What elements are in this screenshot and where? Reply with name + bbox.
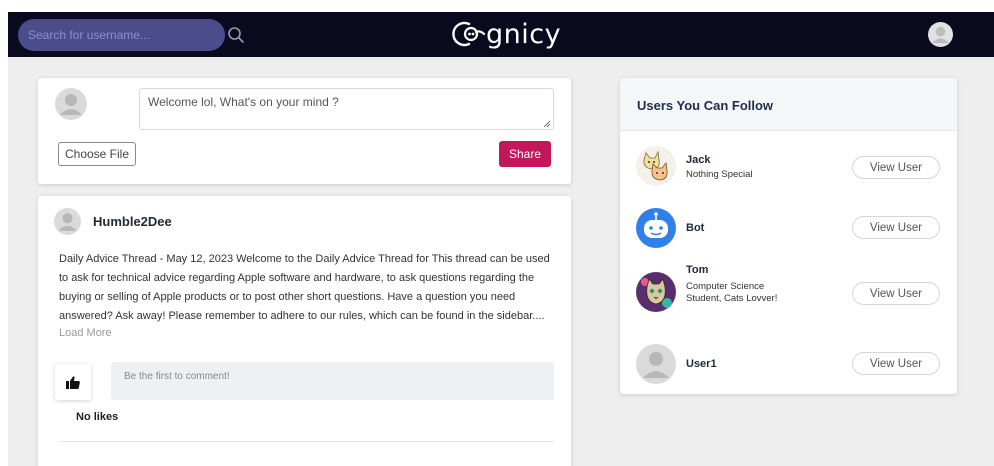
follow-user-bio: Computer Science Student, Cats Lovver! — [686, 281, 778, 304]
author-avatar-icon — [54, 208, 81, 235]
post-author[interactable]: Humble2Dee — [93, 214, 172, 229]
like-button[interactable] — [55, 364, 91, 400]
follow-panel-title: Users You Can Follow — [637, 98, 774, 113]
user-avatar-icon — [55, 88, 87, 120]
follow-user-name[interactable]: User1 — [686, 358, 717, 370]
follow-user-bio: Nothing Special — [686, 169, 753, 180]
resize-grip-icon[interactable] — [544, 121, 550, 127]
post-text-input[interactable]: Welcome lol, What's on your mind ? — [139, 88, 554, 130]
thumbs-up-icon — [66, 375, 80, 389]
follow-row-jack: Jack Nothing Special View User — [620, 144, 957, 196]
robot-avatar-icon — [636, 208, 676, 248]
follow-user-name[interactable]: Jack — [686, 154, 710, 166]
app-logo[interactable]: gnicy — [452, 16, 561, 52]
follow-row-user1: User1 View User — [620, 344, 957, 390]
follow-user-name[interactable]: Tom — [686, 264, 708, 276]
default-avatar-icon — [636, 344, 676, 384]
load-more-link[interactable]: Load More — [59, 327, 112, 339]
cat-art-avatar-icon — [636, 272, 676, 312]
profile-avatar-icon[interactable] — [928, 22, 953, 47]
comment-input[interactable]: Be the first to comment! — [111, 362, 554, 400]
view-user-button[interactable]: View User — [852, 352, 940, 375]
post-divider — [59, 441, 554, 442]
view-user-button[interactable]: View User — [852, 282, 940, 305]
follow-row-bot: Bot View User — [620, 204, 957, 254]
follow-suggestions-panel: Users You Can Follow Jack Nothing Specia… — [620, 78, 957, 394]
cats-avatar-icon — [636, 146, 676, 186]
choose-file-button[interactable]: Choose File — [58, 142, 136, 166]
search-input[interactable] — [18, 19, 225, 51]
logo-mark-icon — [452, 21, 486, 47]
post-card: Humble2Dee Daily Advice Thread - May 12,… — [38, 196, 571, 466]
follow-row-tom: Tom Computer Science Student, Cats Lovve… — [620, 264, 957, 330]
post-body: Daily Advice Thread - May 12, 2023 Welco… — [59, 253, 550, 322]
top-navbar: gnicy — [8, 12, 994, 57]
follow-panel-header: Users You Can Follow — [620, 78, 957, 131]
view-user-button[interactable]: View User — [852, 156, 940, 179]
likes-count: No likes — [76, 411, 119, 423]
view-user-button[interactable]: View User — [852, 216, 940, 239]
page: gnicy Welcome lol, What's on your mind ?… — [8, 12, 994, 466]
follow-user-name[interactable]: Bot — [686, 222, 704, 234]
comment-placeholder: Be the first to comment! — [124, 371, 230, 382]
logo-text: gnicy — [486, 18, 562, 50]
post-composer: Welcome lol, What's on your mind ? Choos… — [38, 78, 571, 184]
search-icon[interactable] — [227, 26, 245, 44]
post-input-placeholder: Welcome lol, What's on your mind ? — [148, 95, 339, 109]
share-button[interactable]: Share — [499, 141, 551, 167]
